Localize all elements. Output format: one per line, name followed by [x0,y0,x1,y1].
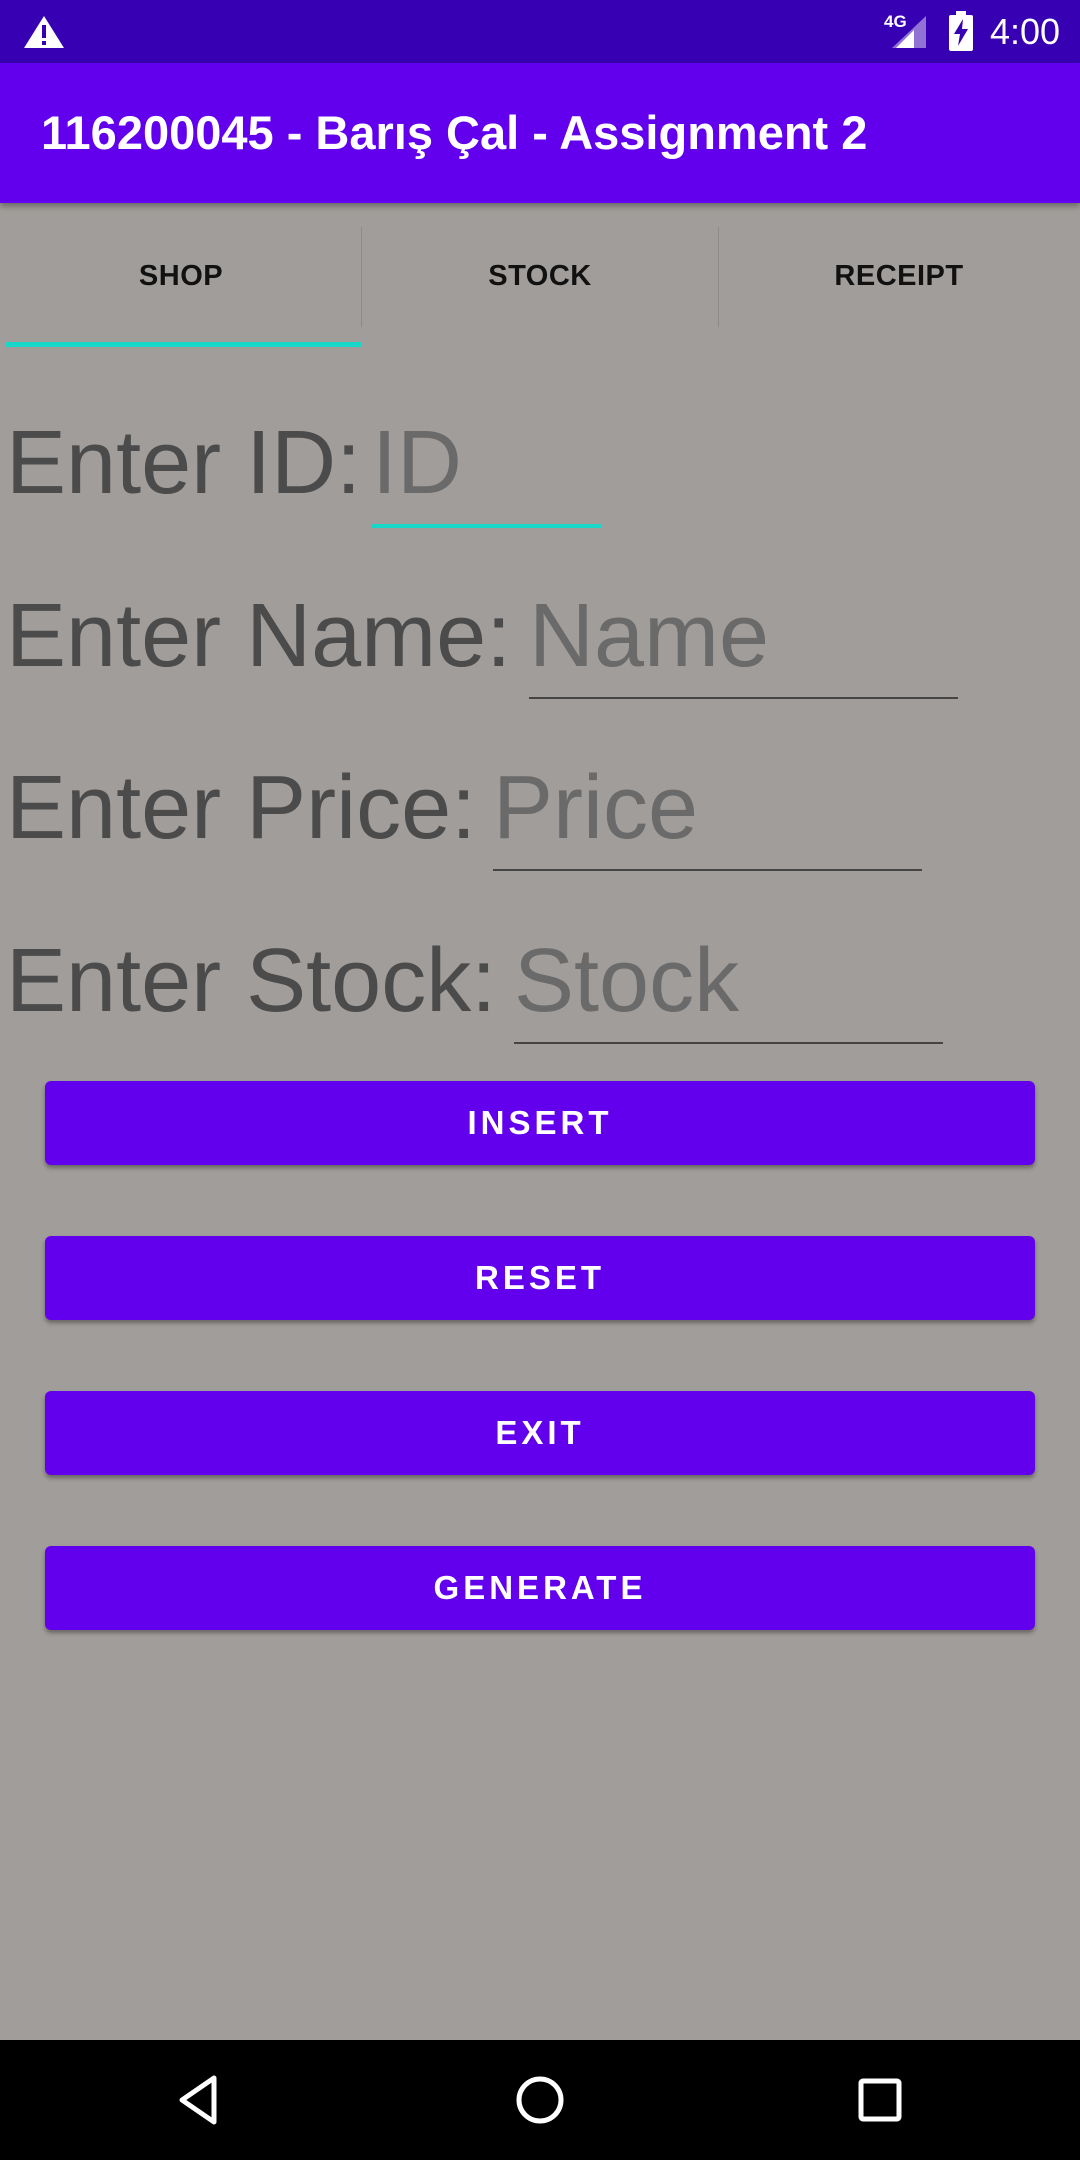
back-icon[interactable] [170,2070,230,2130]
reset-button[interactable]: RESET [45,1236,1035,1320]
tab-stock[interactable]: STOCK [362,203,718,349]
insert-button[interactable]: INSERT [45,1081,1035,1165]
tab-bar: SHOP STOCK RECEIPT [0,203,1080,349]
recents-icon[interactable] [850,2070,910,2130]
name-label: Enter Name: [6,586,512,686]
app-title: 116200045 - Barış Çal - Assignment 2 [41,106,868,159]
stock-input-underline [514,1042,943,1044]
exit-button[interactable]: EXIT [45,1391,1035,1475]
id-input-underline [372,524,601,528]
warning-icon [24,16,64,48]
navigation-bar [0,2040,1080,2160]
price-label: Enter Price: [6,758,477,858]
price-input-underline [493,869,922,871]
battery-charging-icon [949,11,973,51]
name-input-underline [529,697,958,699]
price-input[interactable] [493,753,922,863]
id-label: Enter ID: [6,413,362,513]
tab-shop[interactable]: SHOP [0,203,362,349]
home-icon[interactable] [510,2070,570,2130]
selected-tab-indicator [6,342,361,347]
tab-receipt[interactable]: RECEIPT [718,203,1080,349]
stock-input[interactable] [514,926,943,1036]
app-bar: 116200045 - Barış Çal - Assignment 2 [0,63,1080,203]
signal-icon [892,16,926,48]
clock: 4:00 [990,11,1061,52]
status-bar: 4G 4:00 [0,0,1080,63]
name-input[interactable] [529,581,958,691]
id-input[interactable] [372,408,602,518]
stock-label: Enter Stock: [6,931,497,1031]
generate-button[interactable]: GENERATE [45,1546,1035,1630]
